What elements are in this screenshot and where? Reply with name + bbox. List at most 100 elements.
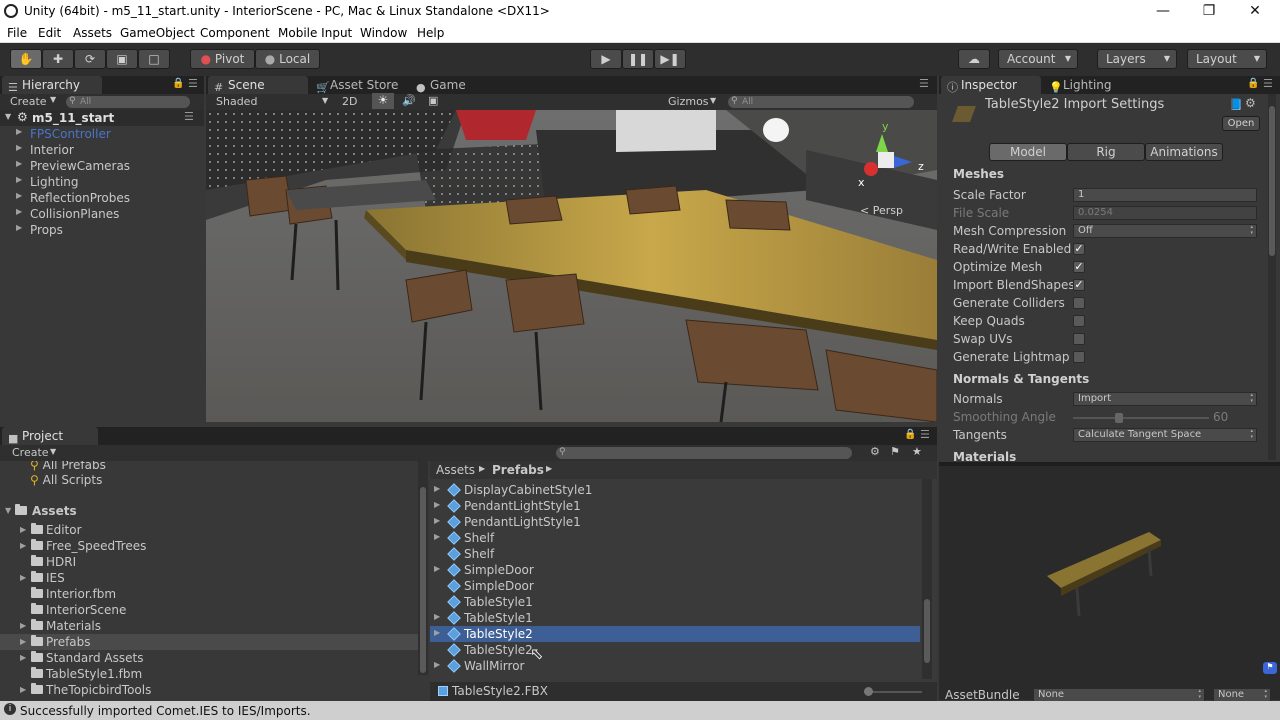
menu-help[interactable]: Help [417, 26, 444, 40]
swap-uvs-checkbox[interactable] [1073, 333, 1085, 345]
asset-list-item[interactable]: ▶ DisplayCabinetStyle1 [430, 482, 920, 498]
normals-dropdown[interactable]: Import [1073, 392, 1257, 406]
hierarchy-search-input[interactable]: All [66, 95, 190, 108]
inspector-scrollbar[interactable] [1268, 94, 1276, 460]
scene-viewport[interactable]: y x z < Persp [206, 110, 937, 422]
favorite-all-prefabs[interactable]: ⚲ All Prefabs [30, 461, 106, 472]
menu-edit[interactable]: Edit [38, 26, 61, 40]
status-message[interactable]: Successfully imported Comet.IES to IES/I… [20, 704, 311, 718]
project-folder-item[interactable]: InteriorScene [0, 602, 418, 618]
tab-game[interactable]: ● Game [410, 76, 490, 94]
panel-menu-icon[interactable]: ☰ [920, 428, 930, 441]
expand-arrow-icon[interactable]: ▶ [434, 516, 440, 525]
expand-arrow-icon[interactable]: ▶ [16, 175, 22, 184]
lighting-toggle-icon[interactable]: ☀ [372, 93, 394, 109]
panel-menu-icon[interactable]: ☰ [1263, 77, 1273, 90]
settings-gear-icon[interactable]: ⚙ [1245, 96, 1256, 110]
move-tool-icon[interactable]: ✚ [42, 49, 74, 69]
effects-toggle-icon[interactable]: ▣ [428, 94, 438, 107]
rect-tool-icon[interactable]: □ [138, 49, 170, 69]
optimize-mesh-checkbox[interactable]: ✓ [1073, 261, 1085, 273]
persp-label[interactable]: < Persp [860, 204, 903, 217]
expand-arrow-icon[interactable]: ▶ [434, 564, 440, 573]
expand-arrow-icon[interactable]: ▶ [434, 660, 440, 669]
expand-arrow-icon[interactable]: ▼ [5, 112, 11, 121]
generate-lightmap-checkbox[interactable] [1073, 351, 1085, 363]
tab-project[interactable]: ■ Project [2, 427, 98, 445]
filter-by-label-icon[interactable]: ⚑ [890, 445, 900, 458]
2d-toggle-button[interactable]: 2D [342, 95, 357, 108]
project-folder-item[interactable]: ▶ Prefabs [0, 634, 418, 650]
import-blendshapes-checkbox[interactable]: ✓ [1073, 279, 1085, 291]
layers-dropdown[interactable]: Layers ▼ [1097, 49, 1177, 69]
expand-arrow-icon[interactable]: ▶ [434, 612, 440, 621]
lock-icon[interactable]: 🔒 [1247, 78, 1259, 89]
breadcrumb-assets[interactable]: Assets [436, 463, 475, 477]
orientation-gizmo[interactable]: y x z [856, 120, 926, 190]
asset-list-item[interactable]: TableStyle2 [430, 642, 920, 658]
step-button[interactable]: ▶❚ [654, 49, 686, 69]
maximize-button[interactable]: ❐ [1194, 2, 1224, 22]
project-folder-item[interactable]: ▶ Materials [0, 618, 418, 634]
project-folder-item[interactable]: ▶ IES [0, 570, 418, 586]
tab-inspector[interactable]: ⓘ Inspector [941, 76, 1041, 94]
expand-arrow-icon[interactable]: ▶ [16, 143, 22, 152]
project-create-button[interactable]: Create [12, 446, 49, 459]
menu-component[interactable]: Component [200, 26, 270, 40]
assetbundle-variant-dropdown[interactable]: None [1213, 688, 1271, 702]
open-button[interactable]: Open [1222, 116, 1260, 131]
breadcrumb-prefabs[interactable]: Prefabs [492, 463, 544, 477]
minimize-button[interactable]: — [1148, 2, 1178, 22]
tab-scene[interactable]: # Scene [208, 76, 308, 94]
expand-arrow-icon[interactable]: ▶ [434, 628, 440, 637]
asset-list-scrollbar[interactable] [922, 479, 932, 679]
scale-tool-icon[interactable]: ▣ [106, 49, 138, 69]
close-button[interactable]: ✕ [1240, 2, 1270, 22]
panel-menu-icon[interactable]: ☰ [188, 77, 198, 90]
tab-hierarchy[interactable]: ☰ Hierarchy [2, 76, 102, 94]
expand-arrow-icon[interactable]: ▶ [16, 159, 22, 168]
rig-mode-button[interactable]: Rig [1067, 143, 1145, 161]
icon-size-slider-thumb[interactable] [864, 687, 873, 696]
project-folder-item[interactable]: TableStyle1.fbm [0, 666, 418, 682]
project-folder-item[interactable]: ▶ Editor [0, 522, 418, 538]
scene-search-input[interactable]: All [728, 95, 914, 108]
project-folder-item[interactable]: ▶ Free_SpeedTrees [0, 538, 418, 554]
project-folder-item[interactable]: ▶ Standard Assets [0, 650, 418, 666]
model-preview-panel[interactable]: AssetBundle None None ⚑ [939, 462, 1280, 702]
play-button[interactable]: ▶ [590, 49, 622, 69]
mesh-compression-dropdown[interactable]: Off [1073, 224, 1257, 238]
menu-assets[interactable]: Assets [73, 26, 112, 40]
asset-list-item[interactable]: TableStyle1 [430, 594, 920, 610]
scene-menu-icon[interactable]: ☰ [184, 110, 194, 123]
read-write-checkbox[interactable]: ✓ [1073, 243, 1085, 255]
hierarchy-create-button[interactable]: Create [10, 95, 47, 108]
menu-mobile-input[interactable]: Mobile Input [278, 26, 352, 40]
asset-list-item[interactable]: ▶ TableStyle2 [430, 626, 920, 642]
account-dropdown[interactable]: Account ▼ [998, 49, 1078, 69]
asset-list-item[interactable]: ▶ PendantLightStyle1 [430, 498, 920, 514]
asset-list-item[interactable]: ▶ SimpleDoor [430, 562, 920, 578]
expand-arrow-icon[interactable]: ▶ [20, 637, 26, 646]
project-search-input[interactable] [556, 446, 852, 459]
scale-factor-input[interactable]: 1 [1073, 188, 1257, 202]
menu-window[interactable]: Window [360, 26, 407, 40]
model-mode-button[interactable]: Model [989, 143, 1067, 161]
asset-list-item[interactable]: Shelf [430, 546, 920, 562]
asset-list-item[interactable]: ▶ WallMirror [430, 658, 920, 674]
pivot-toggle-button[interactable]: ● Pivot [190, 49, 255, 69]
expand-arrow-icon[interactable]: ▼ [5, 506, 11, 515]
tangents-dropdown[interactable]: Calculate Tangent Space [1073, 428, 1257, 442]
lock-icon[interactable]: 🔒 [172, 78, 184, 89]
shading-dropdown[interactable]: Shaded [216, 95, 257, 108]
expand-arrow-icon[interactable]: ▶ [434, 500, 440, 509]
menu-gameobject[interactable]: GameObject [120, 26, 195, 40]
folder-tree-scrollbar[interactable] [418, 461, 428, 675]
project-folder-item[interactable]: HDRI [0, 554, 418, 570]
favorite-star-icon[interactable]: ★ [912, 445, 922, 458]
keep-quads-checkbox[interactable] [1073, 315, 1085, 327]
expand-arrow-icon[interactable]: ▶ [434, 532, 440, 541]
local-toggle-button[interactable]: ● Local [255, 49, 320, 69]
panel-menu-icon[interactable]: ☰ [919, 77, 929, 90]
expand-arrow-icon[interactable]: ▶ [20, 573, 26, 582]
